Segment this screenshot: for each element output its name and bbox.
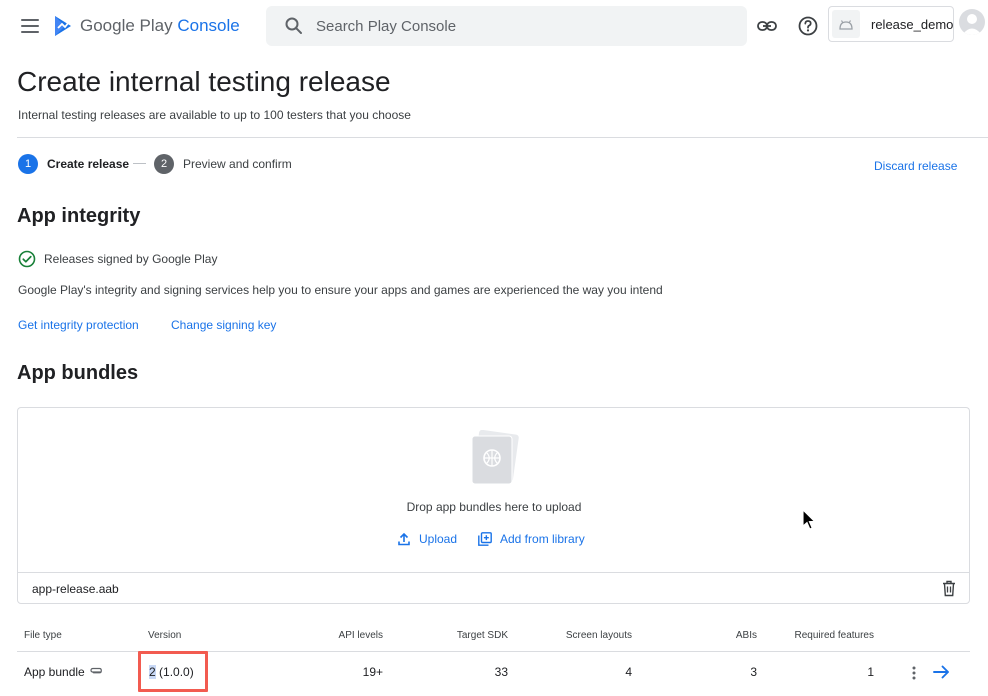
step-number: 1 bbox=[18, 154, 38, 174]
column-header-required-features: Required features bbox=[794, 630, 875, 641]
app-name: release_demo bbox=[871, 17, 954, 32]
change-signing-key-link[interactable]: Change signing key bbox=[171, 318, 276, 332]
cell-file-type: App bundle bbox=[24, 665, 85, 679]
logo-brand: Google Play bbox=[80, 16, 173, 35]
library-add-icon bbox=[478, 532, 492, 546]
step-preview-confirm[interactable]: 2 Preview and confirm bbox=[154, 154, 292, 174]
top-app-bar: Google Play Console release_demo bbox=[0, 0, 988, 52]
integrity-description: Google Play's integrity and signing serv… bbox=[18, 283, 663, 297]
help-icon[interactable] bbox=[797, 15, 819, 37]
app-integrity-title: App integrity bbox=[17, 205, 141, 227]
logo-product: Console bbox=[177, 16, 240, 35]
column-header-target-sdk: Target SDK bbox=[456, 630, 508, 641]
add-from-library-button[interactable]: Add from library bbox=[478, 530, 585, 548]
get-integrity-protection-link[interactable]: Get integrity protection bbox=[18, 318, 139, 332]
page-subtitle: Internal testing releases are available … bbox=[18, 108, 411, 122]
page-title: Create internal testing release bbox=[17, 66, 391, 97]
column-header-screen-layouts: Screen layouts bbox=[565, 630, 632, 641]
upload-button[interactable]: Upload bbox=[397, 530, 457, 548]
signed-status: Releases signed by Google Play bbox=[18, 249, 217, 269]
more-vert-icon[interactable] bbox=[907, 665, 921, 681]
app-icon bbox=[832, 10, 860, 38]
uploaded-file-row: app-release.aab bbox=[17, 572, 970, 604]
step-label: Create release bbox=[47, 157, 130, 171]
file-name: app-release.aab bbox=[32, 582, 119, 596]
app-bundles-title: App bundles bbox=[17, 362, 139, 384]
cell-abis: 3 bbox=[750, 665, 757, 679]
header-divider bbox=[17, 137, 988, 138]
drop-hint-text: Drop app bundles here to upload bbox=[406, 500, 582, 514]
version-highlight-box bbox=[138, 651, 208, 692]
search-bar[interactable] bbox=[266, 6, 747, 46]
search-icon bbox=[285, 17, 302, 34]
arrow-forward-icon[interactable] bbox=[932, 664, 952, 680]
cell-required-features: 1 bbox=[867, 665, 874, 679]
column-header-version: Version bbox=[148, 630, 182, 641]
mouse-cursor-icon bbox=[802, 509, 816, 530]
avatar-icon[interactable] bbox=[959, 9, 985, 35]
bundle-upload-illustration-icon bbox=[471, 430, 519, 485]
column-header-file-type: File type bbox=[24, 630, 62, 641]
signed-status-label: Releases signed by Google Play bbox=[44, 252, 218, 266]
android-icon bbox=[839, 20, 853, 30]
link-icon[interactable] bbox=[756, 15, 778, 37]
menu-icon[interactable] bbox=[18, 14, 42, 38]
column-header-abis: ABIs bbox=[735, 630, 757, 641]
search-input[interactable] bbox=[316, 16, 716, 36]
avatar-silhouette bbox=[962, 14, 982, 35]
delete-icon[interactable] bbox=[941, 580, 957, 597]
play-console-logo-icon[interactable] bbox=[53, 15, 73, 37]
paperclip-icon bbox=[90, 667, 102, 674]
upload-icon bbox=[398, 532, 410, 546]
app-logo-text[interactable]: Google Play Console bbox=[80, 16, 240, 36]
step-create-release[interactable]: 1 Create release bbox=[18, 154, 129, 174]
column-header-api-levels: API levels bbox=[338, 630, 383, 641]
step-number: 2 bbox=[154, 154, 174, 174]
cell-target-sdk: 33 bbox=[494, 665, 508, 679]
app-selector[interactable]: release_demo bbox=[828, 6, 954, 42]
add-from-library-label: Add from library bbox=[500, 532, 585, 546]
upload-button-label: Upload bbox=[419, 532, 458, 546]
discard-release-link[interactable]: Discard release bbox=[874, 159, 957, 173]
cell-screen-layouts: 4 bbox=[625, 665, 632, 679]
step-label: Preview and confirm bbox=[183, 157, 292, 171]
cell-api-levels: 19+ bbox=[362, 665, 383, 679]
step-connector bbox=[133, 163, 146, 164]
check-circle-icon bbox=[18, 250, 36, 268]
